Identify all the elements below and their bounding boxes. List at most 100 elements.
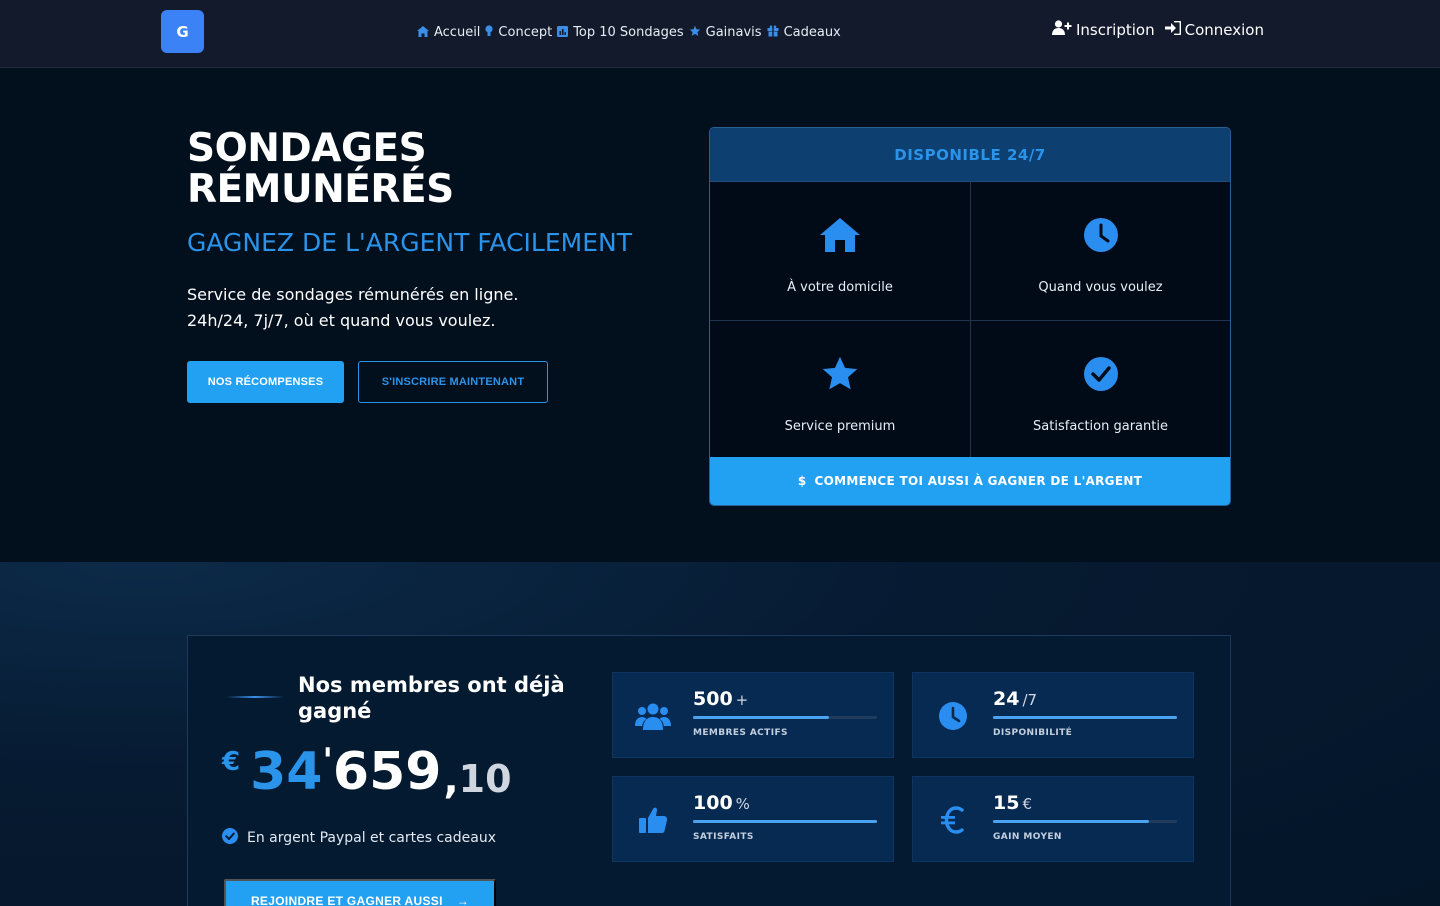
stat-label: GAIN MOYEN [993, 832, 1062, 842]
site-logo[interactable]: G [161, 10, 204, 53]
feature-label: Quand vous voulez [1038, 280, 1163, 295]
amount-units: 659 [332, 742, 442, 802]
feature-label: À votre domicile [787, 280, 893, 295]
stat-members: 500 + MEMBRES ACTIFS [612, 672, 894, 758]
hero-description: Service de sondages rémunérés en ligne. … [187, 282, 607, 334]
progress-fill [693, 820, 877, 823]
stat-number: 100 [693, 792, 733, 814]
progress-fill [993, 820, 1150, 823]
nav-link-cadeaux[interactable]: Cadeaux [767, 25, 841, 40]
signup-now-button[interactable]: S'INSCRIRE MAINTENANT [358, 361, 548, 403]
hero-title: SONDAGES RÉMUNÉRÉS [187, 128, 607, 210]
stat-suffix: /7 [1022, 691, 1038, 709]
chart-icon [557, 25, 569, 39]
nav-link-label: Gainavis [705, 24, 762, 40]
stat-number: 500 [693, 688, 733, 710]
stat-average-gain: 15 € GAIN MOYEN [912, 776, 1194, 862]
stat-label: DISPONIBILITÉ [993, 728, 1073, 738]
feature-satisfaction: Satisfaction garantie [970, 320, 1230, 458]
thumbs-up-icon [635, 803, 671, 837]
stat-value: 15 € [993, 792, 1032, 814]
start-earning-button[interactable]: $ COMMENCE TOI AUSSI À GAGNER DE L'ARGEN… [710, 457, 1230, 505]
stat-availability: 24/7 DISPONIBILITÉ [912, 672, 1194, 758]
star-icon [821, 355, 859, 393]
progress-fill [993, 716, 1177, 719]
stat-suffix: % [735, 795, 750, 813]
gift-icon [767, 25, 779, 39]
stat-value: 24/7 [993, 688, 1037, 710]
hero-desc-line2: 24h/24, 7j/7, où et quand vous voulez. [187, 311, 496, 330]
progress-bar [693, 820, 877, 823]
payment-note: En argent Paypal et cartes cadeaux [222, 828, 496, 848]
feature-label: Satisfaction garantie [1033, 419, 1168, 434]
nav-auth: Inscription Connexion [1052, 20, 1264, 39]
top-navbar: G Accueil Concept Top 10 Sondages Gainav… [0, 0, 1440, 68]
clock-icon [935, 699, 971, 733]
availability-card: DISPONIBLE 24/7 À votre domicile Quand v… [709, 127, 1231, 506]
decorative-line [226, 696, 284, 698]
nav-links: Accueil Concept Top 10 Sondages Gainavis… [417, 23, 841, 41]
logo-letter: G [176, 22, 189, 41]
card-header: DISPONIBLE 24/7 [710, 128, 1230, 182]
stat-suffix: € [1022, 795, 1032, 813]
login-link[interactable]: Connexion [1164, 20, 1264, 39]
login-label: Connexion [1184, 20, 1264, 39]
stat-label: SATISFAITS [693, 832, 754, 842]
feature-label: Service premium [784, 419, 896, 434]
user-plus-icon [1052, 20, 1072, 39]
signup-label: Inscription [1076, 20, 1155, 39]
nav-link-label: Accueil [434, 24, 481, 40]
amount-separator: ' [322, 741, 333, 781]
nav-link-label: Concept [498, 24, 553, 40]
stat-value: 100% [693, 792, 750, 814]
hero-subtitle: GAGNEZ DE L'ARGENT FACILEMENT [187, 228, 632, 257]
stat-number: 15 [993, 792, 1020, 814]
nav-link-top10[interactable]: Top 10 Sondages [557, 24, 684, 40]
euro-icon [935, 803, 971, 837]
hero-desc-line1: Service de sondages rémunérés en ligne. [187, 285, 519, 304]
home-icon [820, 216, 860, 254]
feature-grid: À votre domicile Quand vous voulez Servi… [710, 182, 1230, 458]
sign-in-icon [1164, 20, 1181, 39]
users-icon [635, 699, 671, 733]
arrow-right-icon: → [456, 894, 470, 906]
feature-anytime: Quand vous voulez [970, 182, 1230, 320]
stat-suffix: + [735, 691, 749, 709]
lightbulb-icon [485, 25, 494, 39]
amount-decimals: 10 [458, 757, 512, 801]
progress-bar [693, 716, 877, 719]
stat-label: MEMBRES ACTIFS [693, 728, 788, 738]
amount-thousands: 34 [250, 742, 323, 802]
join-button[interactable]: REJOINDRE ET GAGNER AUSSI → [224, 879, 496, 906]
check-circle-icon [222, 828, 238, 848]
stat-value: 500 + [693, 688, 748, 710]
progress-bar [993, 820, 1177, 823]
clock-icon [1083, 216, 1119, 254]
check-circle-icon [1083, 355, 1119, 393]
nav-link-label: Cadeaux [783, 24, 841, 40]
stats-title: Nos membres ont déjà gagné [298, 673, 565, 723]
nav-link-accueil[interactable]: Accueil [417, 25, 480, 40]
progress-fill [693, 716, 830, 719]
hero-title-line1: SONDAGES [187, 126, 427, 171]
feature-home: À votre domicile [710, 182, 970, 320]
amount-currency: € [222, 747, 241, 777]
signup-link[interactable]: Inscription [1052, 20, 1155, 39]
hero-title-line2: RÉMUNÉRÉS [187, 167, 454, 212]
progress-bar [993, 716, 1177, 719]
nav-link-label: Top 10 Sondages [573, 24, 684, 40]
amount-comma: , [443, 757, 459, 803]
stat-number: 24 [993, 688, 1020, 710]
start-earning-label: COMMENCE TOI AUSSI À GAGNER DE L'ARGENT [814, 474, 1143, 488]
star-icon [689, 25, 701, 39]
rewards-button[interactable]: NOS RÉCOMPENSES [187, 361, 344, 403]
nav-link-gainavis[interactable]: Gainavis [689, 25, 762, 40]
dollar-icon: $ [797, 474, 807, 488]
nav-link-concept[interactable]: Concept [485, 25, 552, 40]
total-earned-amount: € 34 ' 659 , 10 [222, 743, 512, 817]
join-button-label: REJOINDRE ET GAGNER AUSSI [250, 894, 443, 906]
feature-premium: Service premium [710, 320, 970, 458]
home-icon [417, 25, 429, 39]
stat-satisfaction: 100% SATISFAITS [612, 776, 894, 862]
payment-note-text: En argent Paypal et cartes cadeaux [247, 830, 496, 846]
